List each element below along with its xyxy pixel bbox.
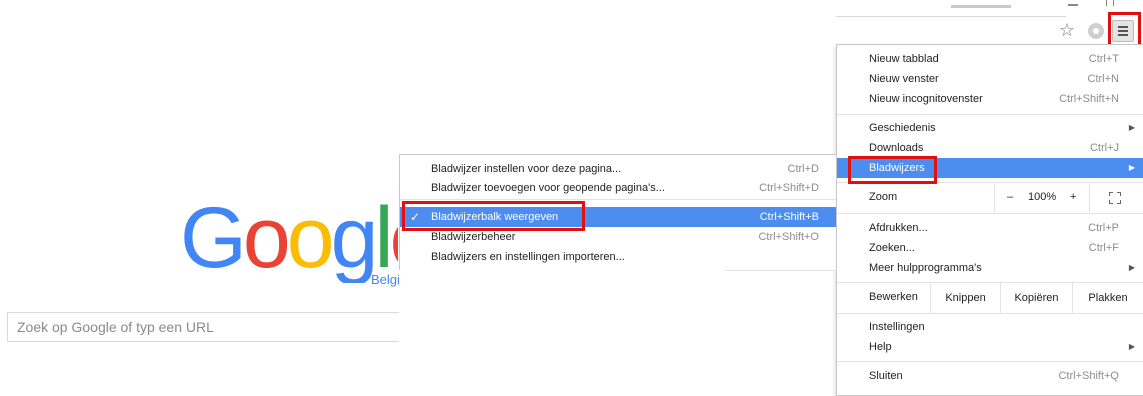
menu-item-label: Nieuw venster [869,73,939,85]
menu-item-settings[interactable]: Instellingen [837,317,1143,337]
shortcut: Ctrl+T [1088,53,1119,65]
chrome-main-menu: Nieuw tabblad Ctrl+T Nieuw venster Ctrl+… [836,44,1143,396]
submenu-item-label: Bladwijzerbalk weergeven [431,211,559,223]
shortcut: Ctrl+P [1088,222,1119,234]
zoom-level: 100% [1028,191,1057,203]
shortcut: Ctrl+D [787,163,819,175]
menu-item-label: Help [869,341,892,353]
zoom-in-button[interactable]: + [1070,191,1076,203]
menu-divider [837,313,1143,314]
menu-item-more-tools[interactable]: Meer hulpprogramma's ▶ [837,258,1143,278]
shortcut: Ctrl+Shift+D [759,182,819,194]
copy-button[interactable]: Kopiëren [1000,283,1072,313]
logo-letter-l: l [374,193,393,283]
submenu-item-import[interactable]: Bladwijzers en instellingen importeren..… [400,247,836,267]
cut-button[interactable]: Knippen [930,283,1000,313]
google-logo: Google [180,193,398,283]
zoom-controls: Zoom – 100% + [837,183,1143,213]
shortcut: Ctrl+Shift+O [758,231,819,243]
menu-item-downloads[interactable]: Downloads Ctrl+J [837,138,1143,158]
hamburger-menu-icon[interactable] [1112,20,1134,42]
logo-country-label: Belgi [371,272,399,287]
checkmark-icon: ✓ [410,210,421,224]
menu-item-label: Nieuw incognitovenster [869,93,983,105]
edit-controls: Bewerken Knippen Kopiëren Plakken [837,283,1143,313]
menu-item-history[interactable]: Geschiedenis ▶ [837,118,1143,138]
menu-item-label: Afdrukken... [869,222,928,234]
shortcut: Ctrl+Shift+B [759,211,819,223]
shortcut: Ctrl+F [1088,242,1119,254]
zoom-label: Zoom [869,191,898,203]
submenu-item-show-bookmarks-bar[interactable]: ✓ Bladwijzerbalk weergeven Ctrl+Shift+B [400,207,836,227]
menu-item-label: Nieuw tabblad [869,53,939,65]
zoom-divider [1089,183,1090,213]
search-input[interactable] [8,313,399,341]
fullscreen-icon[interactable] [1109,192,1121,204]
bookmarks-submenu: Bladwijzer instellen voor deze pagina...… [399,154,837,271]
menu-item-label: Meer hulpprogramma's [869,262,982,274]
menu-item-find[interactable]: Zoeken... Ctrl+F [837,238,1143,258]
logo-letter-g2: g [330,193,379,283]
submenu-arrow-icon: ▶ [1128,123,1135,132]
star-icon[interactable]: ☆ [1057,20,1077,40]
menu-item-label: Downloads [869,142,924,154]
menu-divider [837,361,1143,362]
search-box[interactable] [7,312,399,342]
menu-item-label: Bladwijzers [869,162,925,174]
submenu-arrow-icon: ▶ [1128,342,1135,351]
logo-letter-o2: o [286,193,335,283]
submenu-item-label: Bladwijzer instellen voor deze pagina... [431,163,622,175]
menu-item-new-window[interactable]: Nieuw venster Ctrl+N [837,69,1143,89]
minimize-icon[interactable] [1068,4,1078,6]
submenu-arrow-icon: ▶ [1128,263,1135,272]
shortcut: Ctrl+J [1089,142,1119,154]
menu-item-new-incognito[interactable]: Nieuw incognitovenster Ctrl+Shift+N [837,89,1143,109]
menu-item-print[interactable]: Afdrukken... Ctrl+P [837,218,1143,238]
submenu-item-label: Bladwijzer toevoegen voor geopende pagin… [431,182,665,194]
submenu-item-label: Bladwijzers en instellingen importeren..… [431,251,625,263]
submenu-item-bookmark-manager[interactable]: Bladwijzerbeheer Ctrl+Shift+O [400,227,836,247]
submenu-item-bookmark-page[interactable]: Bladwijzer instellen voor deze pagina...… [400,159,836,179]
shortcut: Ctrl+N [1087,73,1119,85]
menu-item-new-tab[interactable]: Nieuw tabblad Ctrl+T [837,49,1143,69]
menu-item-label: Sluiten [869,370,903,382]
menu-item-bookmarks[interactable]: Bladwijzers ▶ [837,158,1143,178]
logo-letter-e: e [390,193,398,283]
logo-letter-o1: o [242,193,291,283]
submenu-item-bookmark-all[interactable]: Bladwijzer toevoegen voor geopende pagin… [400,178,836,198]
submenu-divider [400,199,836,200]
zoom-out-button[interactable]: – [1007,191,1013,203]
shortcut: Ctrl+Shift+Q [1058,370,1119,382]
menu-item-label: Instellingen [869,321,925,333]
menu-item-label: Geschiedenis [869,122,936,134]
paste-button[interactable]: Plakken [1072,283,1143,313]
menu-item-exit[interactable]: Sluiten Ctrl+Shift+Q [837,366,1143,386]
menu-item-label: Zoeken... [869,242,915,254]
extension-icon[interactable] [1088,23,1104,39]
maximize-icon[interactable] [1106,0,1114,6]
menu-item-help[interactable]: Help ▶ [837,337,1143,357]
tab-strip [951,5,1011,8]
edit-label: Bewerken [869,291,918,303]
submenu-item-label: Bladwijzerbeheer [431,231,516,243]
menu-divider [837,213,1143,214]
address-bar-edge [836,16,1066,17]
menu-divider [837,114,1143,115]
logo-letter-g: G [180,193,247,283]
submenu-arrow-icon: ▶ [1128,163,1135,172]
shortcut: Ctrl+Shift+N [1059,93,1119,105]
